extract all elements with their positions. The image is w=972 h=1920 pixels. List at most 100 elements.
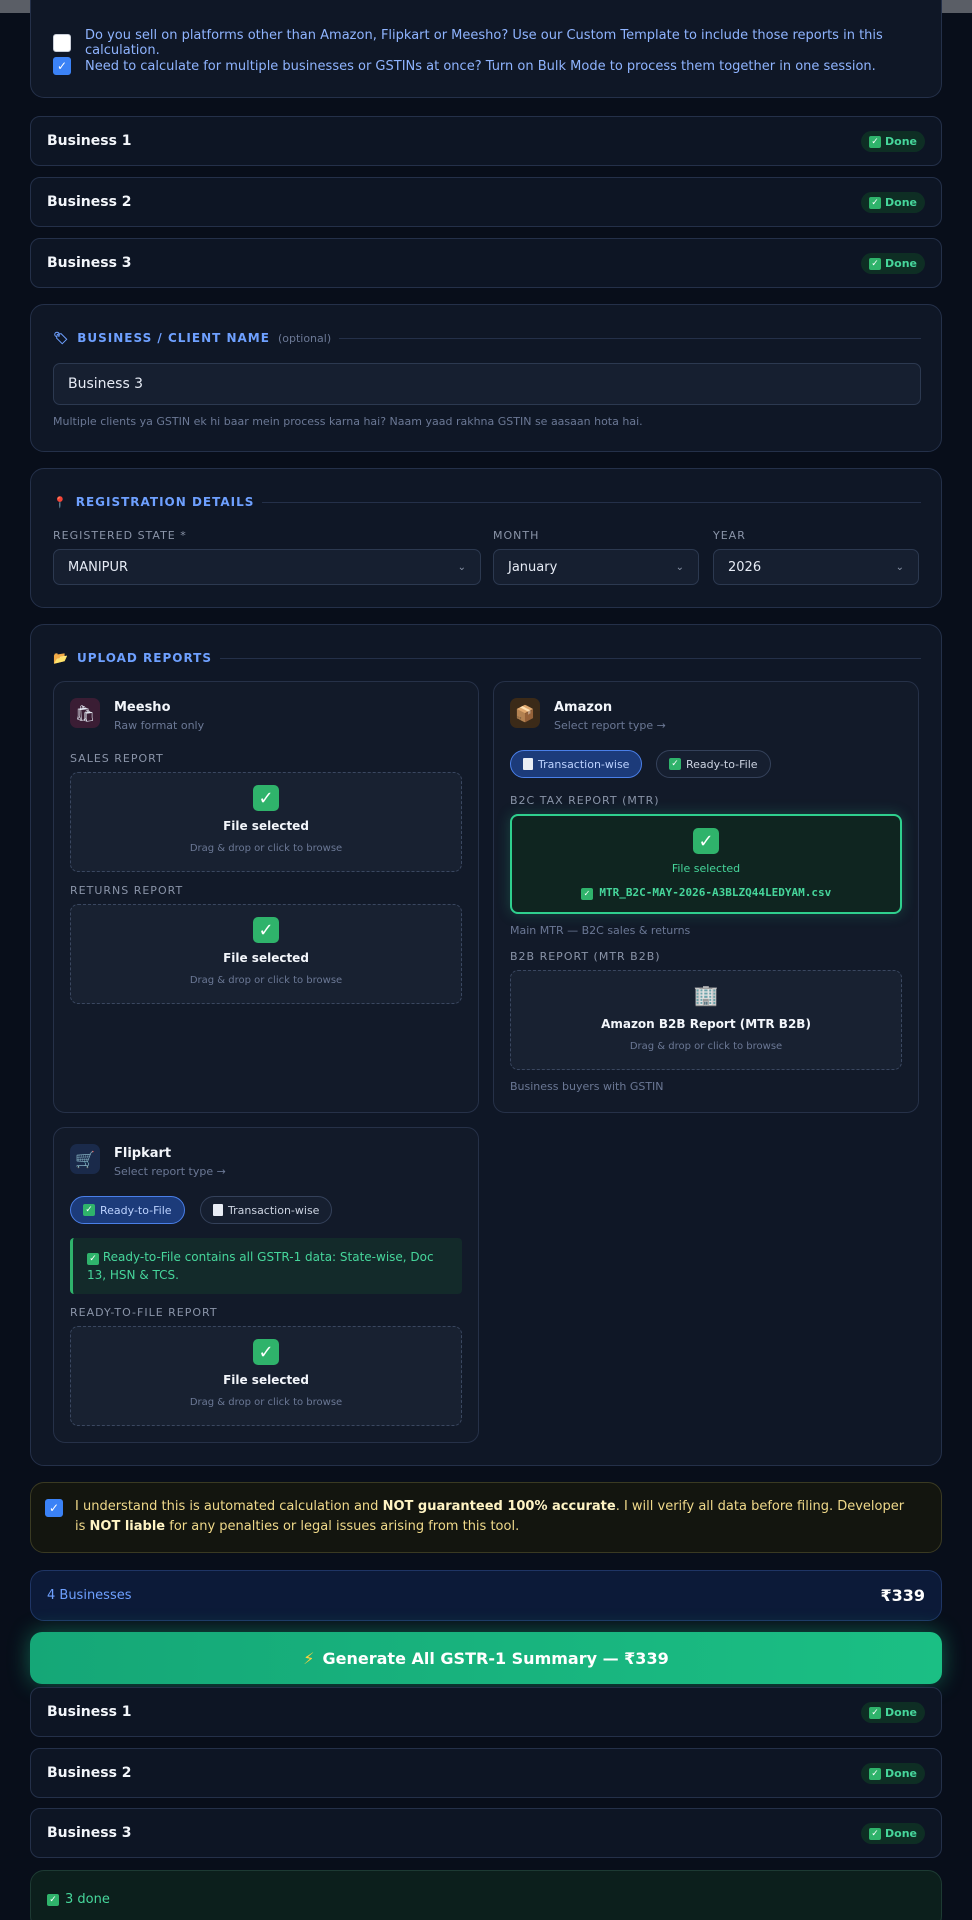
dropzone-hint: Drag & drop or click to browse bbox=[629, 1041, 783, 1052]
client-name-heading: 🏷 BUSINESS / CLIENT NAME (optional) bbox=[53, 331, 921, 345]
status-badge: ✓ Done bbox=[861, 1702, 925, 1723]
optional-label: (optional) bbox=[277, 331, 332, 345]
shopping-bag-icon: 🛍 bbox=[70, 698, 100, 728]
returns-report-dropzone[interactable]: ✓ File selected Drag & drop or click to … bbox=[70, 904, 462, 1004]
sales-report-label: SALES REPORT bbox=[70, 752, 164, 765]
ready-to-file-report-label: READY-TO-FILE REPORT bbox=[70, 1306, 218, 1319]
cart-icon: 🛒 bbox=[70, 1144, 100, 1174]
business-name: Business 2 bbox=[47, 1765, 132, 1781]
check-icon: ✓ bbox=[253, 917, 279, 943]
month-label: MONTH bbox=[493, 529, 540, 542]
business-row[interactable]: Business 2 ✓ Done bbox=[30, 1748, 942, 1798]
upload-reports-section: 📂 UPLOAD REPORTS 🛍 Meesho Raw format onl… bbox=[30, 624, 942, 1466]
business-name: Business 3 bbox=[47, 255, 132, 271]
chevron-down-icon: ⌄ bbox=[675, 562, 684, 573]
upload-heading: 📂 UPLOAD REPORTS bbox=[53, 651, 921, 665]
returns-report-label: RETURNS REPORT bbox=[70, 884, 184, 897]
amazon-subtitle: Select report type → bbox=[554, 719, 666, 732]
file-status: File selected bbox=[223, 1373, 309, 1387]
client-name-input[interactable]: Business 3 bbox=[53, 363, 921, 405]
year-select[interactable]: 2026 ⌄ bbox=[713, 549, 919, 585]
pin-icon: 📍 bbox=[53, 495, 68, 509]
flipkart-title: Flipkart bbox=[114, 1146, 172, 1161]
bulk-mode-label: Need to calculate for multiple businesse… bbox=[85, 58, 876, 74]
b2b-report-dropzone[interactable]: 🏢 Amazon B2B Report (MTR B2B) Drag & dro… bbox=[510, 970, 902, 1070]
check-icon: ✓ bbox=[669, 758, 681, 770]
dropzone-hint: Drag & drop or click to browse bbox=[189, 843, 343, 854]
chevron-down-icon: ⌄ bbox=[895, 562, 904, 573]
ready-to-file-note: ✓ Ready-to-File contains all GSTR-1 data… bbox=[70, 1238, 462, 1294]
amazon-transaction-wise-tab[interactable]: Transaction-wise bbox=[510, 750, 643, 778]
check-icon: ✓ bbox=[253, 1339, 279, 1365]
status-badge: ✓ Done bbox=[861, 1763, 925, 1784]
tag-icon: 🏷 bbox=[53, 331, 70, 345]
dropzone-hint: Drag & drop or click to browse bbox=[189, 1397, 343, 1408]
file-status: File selected bbox=[671, 862, 741, 875]
status-badge: ✓ Done bbox=[861, 192, 925, 213]
flipkart-ready-to-file-tab[interactable]: ✓ Ready-to-File bbox=[70, 1196, 185, 1224]
summary-bar: 4 Businesses ₹339 bbox=[30, 1570, 942, 1621]
client-name-hint: Multiple clients ya GSTIN ek hi baar mei… bbox=[53, 415, 643, 428]
business-row[interactable]: Business 2 ✓ Done bbox=[30, 177, 942, 227]
ready-to-file-dropzone[interactable]: ✓ File selected Drag & drop or click to … bbox=[70, 1326, 462, 1426]
check-icon: ✓ bbox=[869, 1706, 882, 1719]
package-icon: 📦 bbox=[510, 698, 540, 728]
check-icon: ✓ bbox=[869, 1767, 882, 1780]
month-select[interactable]: January ⌄ bbox=[493, 549, 699, 585]
business-row[interactable]: Business 1 ✓ Done bbox=[30, 116, 942, 166]
client-name-section: 🏷 BUSINESS / CLIENT NAME (optional) Busi… bbox=[30, 304, 942, 452]
check-icon: ✓ bbox=[83, 1204, 95, 1216]
check-icon: ✓ bbox=[869, 1827, 882, 1840]
flipkart-transaction-wise-tab[interactable]: Transaction-wise bbox=[200, 1196, 333, 1224]
b2c-report-label: B2C TAX REPORT (MTR) bbox=[510, 794, 660, 807]
status-badge: ✓ Done bbox=[861, 131, 925, 152]
registration-heading: 📍 REGISTRATION DETAILS bbox=[53, 495, 921, 509]
amazon-title: Amazon bbox=[554, 700, 613, 715]
disclaimer-text: I understand this is automated calculati… bbox=[75, 1499, 905, 1534]
year-value: 2026 bbox=[728, 559, 762, 575]
disclaimer-checkbox[interactable]: ✓ bbox=[45, 1499, 63, 1517]
check-icon: ✓ bbox=[253, 785, 279, 811]
check-icon: ✓ bbox=[580, 888, 593, 900]
file-status: File selected bbox=[223, 951, 309, 965]
check-icon: ✓ bbox=[87, 1253, 99, 1265]
generate-button-label: Generate All GSTR-1 Summary — ₹339 bbox=[322, 1648, 669, 1668]
bulk-mode-checkbox[interactable]: ✓ bbox=[53, 57, 71, 75]
flipkart-subtitle: Select report type → bbox=[114, 1165, 226, 1178]
business-name: Business 1 bbox=[47, 1704, 132, 1720]
dropzone-hint: Drag & drop or click to browse bbox=[189, 975, 343, 986]
selected-file-name: ✓ MTR_B2C-MAY-2026-A3BLZQ44LEDYAM.csv bbox=[512, 886, 900, 900]
business-row[interactable]: Business 3 ✓ Done bbox=[30, 1808, 942, 1858]
meesho-title: Meesho bbox=[114, 700, 171, 715]
document-icon bbox=[213, 1204, 223, 1216]
total-price: ₹339 bbox=[880, 1586, 925, 1605]
sales-report-dropzone[interactable]: ✓ File selected Drag & drop or click to … bbox=[70, 772, 462, 872]
done-count: 3 done bbox=[65, 1892, 110, 1907]
business-count: 4 Businesses bbox=[47, 1588, 132, 1603]
b2c-report-dropzone[interactable]: ✓ File selected ✓ MTR_B2C-MAY-2026-A3BLZ… bbox=[510, 814, 902, 914]
business-name: Business 1 bbox=[47, 133, 132, 149]
registration-section: 📍 REGISTRATION DETAILS REGISTERED STATE … bbox=[30, 468, 942, 608]
amazon-card: 📦 Amazon Select report type → Transactio… bbox=[493, 681, 919, 1113]
bulk-mode-option[interactable]: ✓ Need to calculate for multiple busines… bbox=[53, 57, 876, 75]
state-select[interactable]: MANIPUR ⌄ bbox=[53, 549, 481, 585]
done-summary: ✓ 3 done bbox=[30, 1870, 942, 1920]
status-badge: ✓ Done bbox=[861, 1823, 925, 1844]
custom-template-option[interactable]: Do you sell on platforms other than Amaz… bbox=[53, 28, 941, 58]
amazon-ready-to-file-tab[interactable]: ✓ Ready-to-File bbox=[656, 750, 771, 778]
building-icon: 🏢 bbox=[693, 983, 719, 1007]
folder-icon: 📂 bbox=[53, 651, 69, 665]
generate-button[interactable]: ⚡ Generate All GSTR-1 Summary — ₹339 bbox=[30, 1632, 942, 1684]
business-name: Business 3 bbox=[47, 1825, 132, 1841]
business-row[interactable]: Business 1 ✓ Done bbox=[30, 1687, 942, 1737]
business-row[interactable]: Business 3 ✓ Done bbox=[30, 238, 942, 288]
meesho-card: 🛍 Meesho Raw format only SALES REPORT ✓ … bbox=[53, 681, 479, 1113]
check-icon: ✓ bbox=[869, 135, 882, 148]
month-value: January bbox=[508, 559, 558, 575]
check-icon: ✓ bbox=[47, 1893, 59, 1906]
flipkart-card: 🛒 Flipkart Select report type → ✓ Ready-t… bbox=[53, 1127, 479, 1443]
check-icon: ✓ bbox=[693, 828, 719, 854]
business-name: Business 2 bbox=[47, 194, 132, 210]
status-badge: ✓ Done bbox=[861, 253, 925, 274]
custom-template-checkbox[interactable] bbox=[53, 34, 71, 52]
